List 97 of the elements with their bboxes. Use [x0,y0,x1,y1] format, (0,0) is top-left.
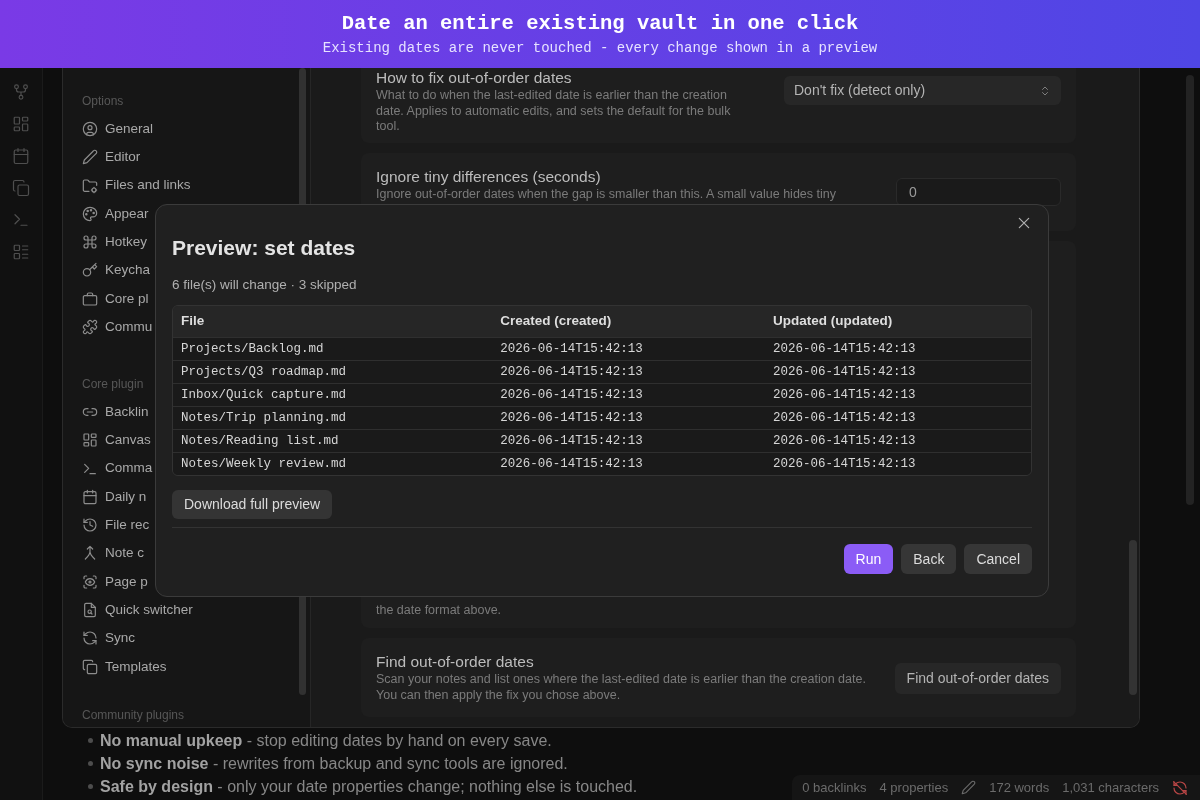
table-cell: Notes/Reading list.md [173,429,493,452]
secondary-button[interactable]: Cancel [964,544,1032,574]
table-cell: 2026-06-14T15:42:13 [492,337,765,360]
sidebar-item[interactable]: Sync [82,628,135,649]
table-cell: 2026-06-14T15:42:13 [765,406,1031,429]
chevron-up-down-icon [1039,84,1051,97]
column-header: Updated (updated) [765,306,1031,337]
banner-title: Date an entire existing vault in one click [341,11,859,36]
list-item-text: Safe by design - only your date properties change; nothing else is touched. [100,776,638,797]
setting-description: Scan your notes and list ones where the last-edited date is earlier than the creation date. You can then apply the fix you chose above. [376,672,867,703]
table-cell: Notes/Trip planning.md [173,406,493,429]
calendar-icon[interactable] [12,147,30,165]
table-cell: 2026-06-14T15:42:13 [492,429,765,452]
setting-description: the date format above. [376,602,503,618]
dropdown[interactable]: Don't fix (detect only) [784,76,1061,105]
section-heading: Community plugins [82,706,185,723]
refresh-icon [82,630,98,647]
sidebar-item[interactable]: Appear [82,203,149,224]
sidebar-item[interactable]: Canvas [82,430,151,451]
puzzle-icon [82,319,98,336]
download-button[interactable]: Download full preview [172,490,333,519]
list-icon[interactable] [12,243,30,261]
sidebar-item[interactable]: Templates [82,656,167,677]
table-cell: Projects/Q3 roadmap.md [173,360,493,383]
bullet-icon [88,761,93,766]
status-text: 0 backlinks [802,778,867,797]
table-cell: 2026-06-14T15:42:13 [765,360,1031,383]
table-cell: Inbox/Quick capture.md [173,383,493,406]
setting-description: What to do when the last-edited date is earlier than the creation date. Applies to automatic edits, and sets the default for the bulk tool. [376,88,732,135]
dialog-title: Preview: set dates [172,235,356,261]
column-header: File [173,306,493,337]
table-cell: Notes/Weekly review.md [173,452,493,475]
table-cell: 2026-06-14T15:42:13 [492,406,765,429]
secondary-button[interactable]: Back [901,544,957,574]
section-heading: Options [82,93,124,109]
layout-icon[interactable] [12,115,30,133]
branch-icon[interactable] [12,83,30,101]
table-cell: Projects/Backlog.md [173,337,493,360]
setting-title: Find out-of-order dates [376,653,534,671]
scan-eye-icon [82,573,98,590]
status-text: 1,031 characters [1062,778,1159,797]
key-icon [82,262,98,279]
sync-off-icon[interactable] [1172,779,1188,796]
table-cell: 2026-06-14T15:42:13 [492,452,765,475]
table-cell: 2026-06-14T15:42:13 [492,360,765,383]
setting-title: Ignore tiny differences (seconds) [376,167,601,186]
list-item-text: No manual upkeep - stop editing dates by hand on every save. [100,730,552,751]
pencil-icon [82,149,98,166]
sidebar-item[interactable]: Backlin [82,401,149,422]
sidebar-item[interactable]: Quick switcher [82,600,193,621]
setting-description: Ignore out-of-order dates when the gap is smaller than this. A small value hides tiny [376,186,836,202]
sidebar-item[interactable]: Daily n [82,486,147,507]
sidebar-item[interactable]: Files and links [82,175,191,196]
status-text: 172 words [989,778,1050,797]
user-circle-icon [82,121,98,137]
calendar-icon [82,488,98,505]
terminal-icon[interactable] [12,211,30,229]
section-heading: Core plugin [82,375,144,392]
copy-icon [82,658,98,675]
file-search-icon [82,602,98,619]
pencil-icon[interactable] [961,780,977,795]
primary-button[interactable]: Run [843,544,894,574]
copy-icon[interactable] [12,179,30,197]
close-icon[interactable] [1016,215,1032,231]
briefcase-icon [82,290,98,307]
sidebar-item[interactable]: Core pl [82,288,149,309]
setting-title: How to fix out-of-order dates [376,69,572,87]
command-key-icon [82,234,98,251]
table-cell: 2026-06-14T15:42:13 [765,429,1031,452]
column-header: Created (created) [492,306,765,337]
sidebar-item[interactable]: Editor [82,147,141,168]
history-icon [82,517,98,534]
table-cell: 2026-06-14T15:42:13 [765,337,1031,360]
sidebar-item[interactable]: File rec [82,515,150,536]
sidebar-item[interactable]: Page p [82,571,148,592]
summary-text: 6 file(s) will change · 3 skipped [172,276,357,294]
table-cell: 2026-06-14T15:42:13 [765,383,1031,406]
find-button[interactable]: Find out-of-order dates [894,662,1061,694]
folder-icon [82,177,98,194]
bullet-icon [88,784,93,789]
table-cell: 2026-06-14T15:42:13 [765,452,1031,475]
sidebar-item[interactable]: Keycha [82,260,151,281]
sidebar-item[interactable]: Comma [82,458,153,479]
list-item-text: No sync noise - rewrites from backup and sync tools are ignored. [100,753,568,774]
status-text: 4 properties [879,778,949,797]
merge-icon [82,545,98,562]
sidebar-item[interactable]: Note c [82,543,145,564]
table-cell: 2026-06-14T15:42:13 [492,383,765,406]
banner-subtitle: Existing dates are never touched - every change shown in a preview [322,38,878,57]
layout-icon [82,432,98,449]
sidebar-item[interactable]: Hotkey [82,232,148,253]
number-field[interactable]: 0 [896,177,1061,206]
sidebar-item[interactable]: General [82,119,154,139]
bullet-icon [88,738,93,743]
scrollbar[interactable] [1129,540,1137,695]
palette-icon [82,205,98,222]
sidebar-item[interactable]: Commu [82,317,153,338]
